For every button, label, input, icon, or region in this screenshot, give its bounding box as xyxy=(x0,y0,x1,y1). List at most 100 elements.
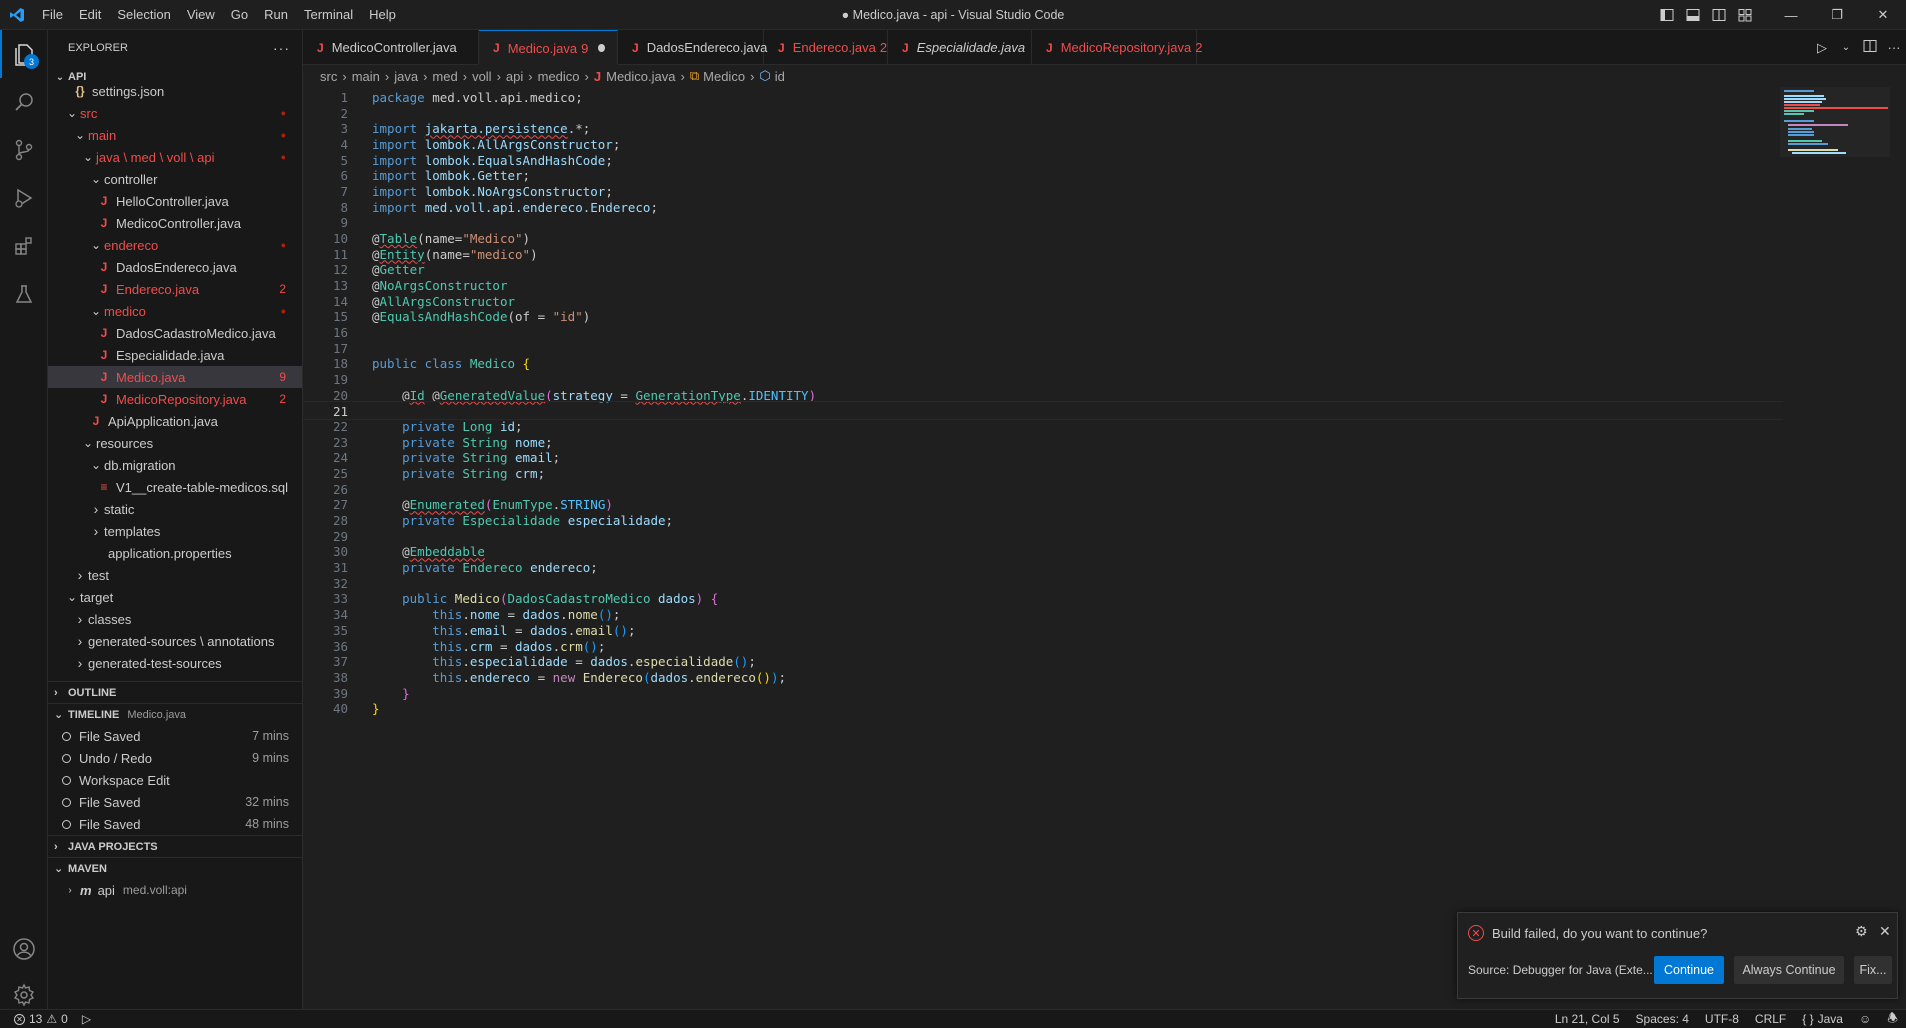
tree-item[interactable]: J ApiApplication.java xyxy=(48,410,302,432)
maven-project-row[interactable]: › m api med.voll:api xyxy=(48,879,302,901)
tab-medico-java[interactable]: J Medico.java 9 xyxy=(479,30,618,65)
tab-dadosendereco-java[interactable]: J DadosEndereco.java xyxy=(618,30,767,65)
timeline-item[interactable]: Undo / Redo 9 mins xyxy=(48,747,302,769)
tree-item[interactable]: › test xyxy=(48,564,302,586)
tree-item[interactable]: › generated-sources \ annotations xyxy=(48,630,302,652)
tree-item[interactable]: ⌄ target xyxy=(48,586,302,608)
testing-icon[interactable] xyxy=(0,270,48,318)
tree-item[interactable]: ⌄ java \ med \ voll \ api ● xyxy=(48,146,302,168)
menu-help[interactable]: Help xyxy=(361,0,404,30)
tree-item[interactable]: ⌄ medico ● xyxy=(48,300,302,322)
problems-indicator[interactable]: ✕ 13 ⚠ 0 ▷ xyxy=(0,1012,91,1026)
breadcrumb-item[interactable]: voll xyxy=(472,69,492,84)
tree-item[interactable]: J MedicoRepository.java 2 xyxy=(48,388,302,410)
close-window-icon[interactable]: ✕ xyxy=(1860,0,1906,30)
tree-item[interactable]: ⌄ endereco ● xyxy=(48,234,302,256)
menu-file[interactable]: File xyxy=(34,0,71,30)
always-continue-button[interactable]: Always Continue xyxy=(1734,956,1844,984)
tree-item[interactable]: › generated-test-sources xyxy=(48,652,302,674)
end-of-line[interactable]: CRLF xyxy=(1755,1012,1786,1026)
minimap[interactable] xyxy=(1780,87,1890,177)
minimize-icon[interactable]: — xyxy=(1768,0,1814,30)
code-editor[interactable]: 1 package med.voll.api.medico; 2 3 import ja… xyxy=(303,87,1906,1009)
timeline-item[interactable]: File Saved 32 mins xyxy=(48,791,302,813)
timeline-item[interactable]: File Saved 7 mins xyxy=(48,725,302,747)
accounts-icon[interactable] xyxy=(0,925,48,973)
tab-medicocontroller-java[interactable]: J MedicoController.java xyxy=(303,30,479,65)
explorer-more-icon[interactable]: ··· xyxy=(273,40,290,56)
notification-settings-gear-icon[interactable]: ⚙ xyxy=(1855,923,1868,940)
tree-item[interactable]: application.properties xyxy=(48,542,302,564)
tab-medicorepository-java[interactable]: J MedicoRepository.java 2 xyxy=(1032,30,1202,65)
tree-item[interactable]: J MedicoController.java xyxy=(48,212,302,234)
run-dropdown-chevron-icon[interactable]: ⌄ xyxy=(1834,42,1858,53)
split-editor-icon[interactable] xyxy=(1858,39,1882,56)
tree-item[interactable]: ≡ V1__create-table-medicos.sql xyxy=(48,476,302,498)
menu-selection[interactable]: Selection xyxy=(109,0,178,30)
tree-item[interactable]: › static xyxy=(48,498,302,520)
outline-section-header[interactable]: › OUTLINE xyxy=(48,681,302,703)
menu-go[interactable]: Go xyxy=(223,0,256,30)
breadcrumb-item[interactable]: med xyxy=(432,69,457,84)
run-java-icon[interactable]: ▷ xyxy=(1810,40,1834,56)
tree-item[interactable]: ⌄ src ● xyxy=(48,102,302,124)
chevron-down-icon: ⌄ xyxy=(66,106,78,120)
source-control-icon[interactable] xyxy=(0,126,48,174)
maven-section-header[interactable]: ⌄ MAVEN xyxy=(48,857,302,879)
breadcrumb-item[interactable]: src xyxy=(320,69,337,84)
timeline-item[interactable]: Workspace Edit xyxy=(48,769,302,791)
tab-especialidade-java[interactable]: J Especialidade.java xyxy=(888,30,1032,65)
feedback-icon[interactable]: ☺ xyxy=(1859,1012,1871,1026)
tree-item[interactable]: ⌄ controller xyxy=(48,168,302,190)
timeline-item[interactable]: File Saved 48 mins xyxy=(48,813,302,835)
breadcrumb-item[interactable]: medico xyxy=(538,69,580,84)
tree-item[interactable]: J Endereco.java 2 xyxy=(48,278,302,300)
tree-item[interactable]: ⌄ resources xyxy=(48,432,302,454)
menu-terminal[interactable]: Terminal xyxy=(296,0,361,30)
tab-endereco-java[interactable]: J Endereco.java 2 xyxy=(764,30,888,65)
tree-item[interactable]: J Medico.java 9 xyxy=(48,366,302,388)
timeline-section-header[interactable]: ⌄ TIMELINE Medico.java xyxy=(48,703,302,725)
tree-item[interactable]: ⌄ db.migration xyxy=(48,454,302,476)
tree-item[interactable]: ⌄ main ● xyxy=(48,124,302,146)
unsaved-dot-icon[interactable] xyxy=(598,44,605,52)
breadcrumb-item[interactable]: main xyxy=(352,69,380,84)
breadcrumb-item[interactable]: Medico xyxy=(703,69,745,84)
tree-item[interactable]: › templates xyxy=(48,520,302,542)
language-mode[interactable]: { } Java xyxy=(1802,1012,1843,1026)
cursor-position[interactable]: Ln 21, Col 5 xyxy=(1555,1012,1620,1026)
breadcrumb-item[interactable]: java xyxy=(394,69,418,84)
breadcrumb-item[interactable]: api xyxy=(506,69,523,84)
run-debug-icon[interactable] xyxy=(0,174,48,222)
toggle-primary-sidebar-icon[interactable] xyxy=(1654,0,1680,30)
menu-run[interactable]: Run xyxy=(256,0,296,30)
menu-edit[interactable]: Edit xyxy=(71,0,109,30)
tree-item[interactable]: › classes xyxy=(48,608,302,630)
customize-layout-icon[interactable] xyxy=(1732,0,1758,30)
continue-button[interactable]: Continue xyxy=(1654,956,1724,984)
tree-item[interactable]: J Especialidade.java xyxy=(48,344,302,366)
encoding[interactable]: UTF-8 xyxy=(1705,1012,1739,1026)
breadcrumb-item[interactable]: Medico.java xyxy=(606,69,675,84)
toggle-panel-icon[interactable] xyxy=(1680,0,1706,30)
notification-close-icon[interactable]: ✕ xyxy=(1879,923,1891,940)
breadcrumb-item[interactable]: id xyxy=(775,69,785,84)
menu-view[interactable]: View xyxy=(179,0,223,30)
toggle-secondary-sidebar-icon[interactable] xyxy=(1706,0,1732,30)
tree-item[interactable]: {} settings.json xyxy=(48,80,302,102)
error-icon: ✕ xyxy=(14,1013,25,1025)
restore-icon[interactable]: ❐ xyxy=(1814,0,1860,30)
editor-more-icon[interactable]: ··· xyxy=(1882,40,1906,55)
explorer-icon[interactable]: 3 xyxy=(0,30,48,78)
java-projects-section-header[interactable]: › JAVA PROJECTS xyxy=(48,835,302,857)
debug-run-icon[interactable]: ▷ xyxy=(82,1012,91,1026)
search-icon[interactable] xyxy=(0,78,48,126)
extensions-icon[interactable] xyxy=(0,222,48,270)
notifications-bell-icon[interactable]: 🕭 xyxy=(1887,1009,1898,1028)
tree-item-label: Especialidade.java xyxy=(116,347,225,363)
tree-item[interactable]: J DadosCadastroMedico.java xyxy=(48,322,302,344)
tree-item[interactable]: J DadosEndereco.java xyxy=(48,256,302,278)
indentation[interactable]: Spaces: 4 xyxy=(1636,1012,1689,1026)
tree-item[interactable]: J HelloController.java xyxy=(48,190,302,212)
fix-button[interactable]: Fix... xyxy=(1854,956,1892,984)
